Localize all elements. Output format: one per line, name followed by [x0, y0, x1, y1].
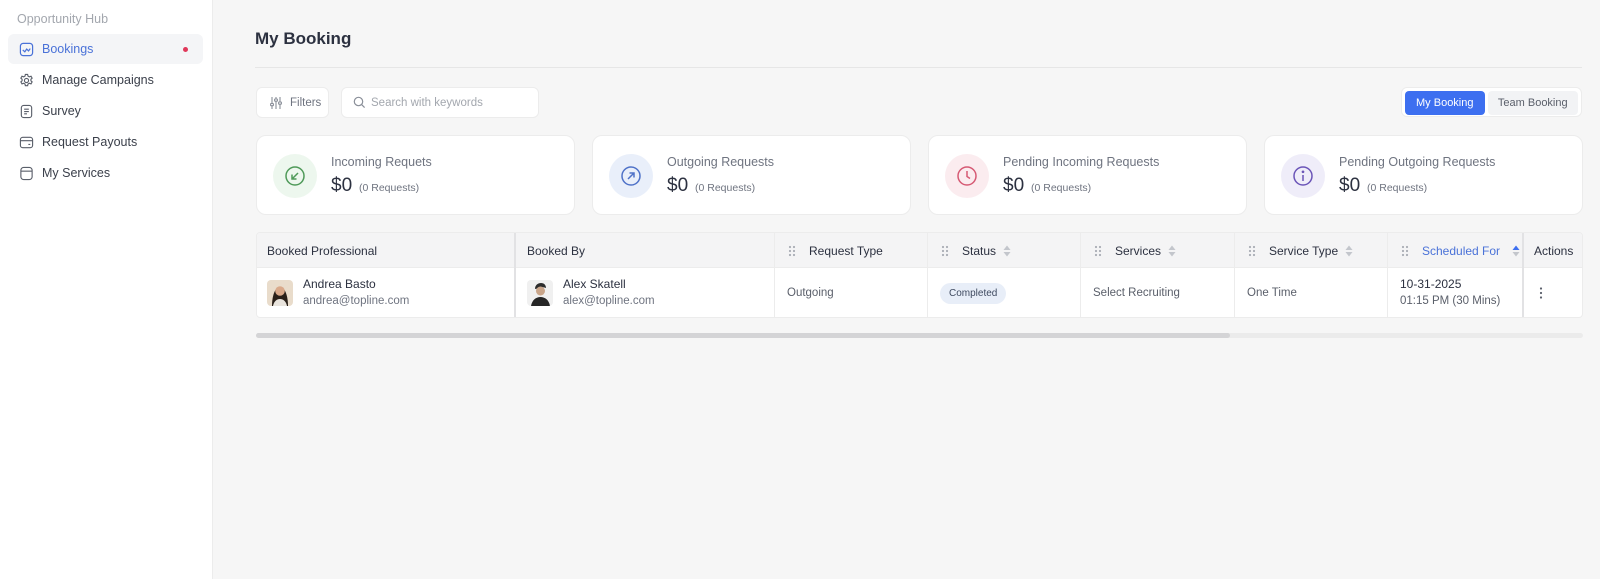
scheduled-for-cell: 10-31-2025 01:15 PM (30 Mins) — [1400, 268, 1501, 317]
stat-count: (0 Requests) — [1367, 182, 1428, 194]
bookings-icon — [18, 41, 34, 57]
column-label: Booked By — [527, 243, 586, 258]
avatar — [527, 280, 553, 306]
column-label: Request Type — [809, 243, 883, 258]
column-header-scheduled-for[interactable]: Scheduled For — [1400, 233, 1520, 268]
drag-handle-icon[interactable] — [1400, 245, 1410, 257]
sidebar-nav: Bookings Manage Campaigns Survey Request… — [8, 34, 203, 189]
column-label: Service Type — [1269, 243, 1339, 258]
sidebar-item-label: Survey — [42, 104, 81, 118]
services-icon — [18, 165, 34, 181]
column-header-service-type[interactable]: Service Type — [1247, 233, 1353, 268]
avatar — [267, 280, 293, 306]
column-header-booked-professional[interactable]: Booked Professional — [267, 233, 377, 268]
booking-toggle: My Booking Team Booking — [1401, 87, 1582, 117]
sidebar-item-label: My Services — [42, 166, 111, 180]
drag-handle-icon[interactable] — [1247, 245, 1257, 257]
column-header-request-type[interactable]: Request Type — [787, 233, 883, 268]
scheduled-date: 10-31-2025 — [1400, 277, 1462, 291]
sort-ascending-icon[interactable] — [1512, 245, 1520, 257]
sidebar-item-label: Request Payouts — [42, 135, 138, 149]
sidebar: Opportunity Hub Bookings Manage Campaign… — [0, 0, 213, 579]
search-box — [341, 87, 539, 118]
sort-icon[interactable] — [1345, 245, 1353, 257]
sidebar-item-label: Manage Campaigns — [42, 73, 154, 87]
kebab-menu-icon — [1539, 287, 1543, 299]
booked-by-name: Alex Skatell — [563, 277, 626, 291]
stat-card-incoming: Incoming Requets $0 (0 Requests) — [256, 135, 575, 215]
sidebar-item-request-payouts[interactable]: Request Payouts — [8, 127, 203, 157]
table-row[interactable]: Andrea Basto andrea@topline.com Alex Ska… — [257, 268, 1582, 317]
stat-amount: $0 — [1339, 175, 1361, 196]
stat-card-pending-outgoing: Pending Outgoing Requests $0 (0 Requests… — [1264, 135, 1583, 215]
sort-icon[interactable] — [1168, 245, 1176, 257]
clock-icon — [945, 154, 989, 198]
arrow-down-left-icon — [273, 154, 317, 198]
professional-email: andrea@topline.com — [303, 295, 410, 307]
filters-button[interactable]: Filters — [256, 87, 329, 118]
booked-by-cell: Alex Skatell alex@topline.com — [527, 268, 655, 317]
sidebar-item-manage-campaigns[interactable]: Manage Campaigns — [8, 65, 203, 95]
filters-label: Filters — [290, 96, 322, 109]
sidebar-item-my-services[interactable]: My Services — [8, 158, 203, 188]
sidebar-heading: Opportunity Hub — [17, 12, 109, 26]
stat-label: Pending Outgoing Requests — [1339, 155, 1496, 169]
scrollbar-thumb[interactable] — [256, 333, 1230, 338]
horizontal-scrollbar[interactable] — [256, 333, 1583, 338]
column-label: Status — [962, 243, 997, 258]
my-booking-button[interactable]: My Booking — [1405, 91, 1485, 115]
sliders-icon — [270, 96, 282, 109]
stat-amount: $0 — [1003, 175, 1025, 196]
column-label: Booked Professional — [267, 243, 378, 258]
column-label: Actions — [1534, 243, 1574, 258]
stat-count: (0 Requests) — [1031, 182, 1092, 194]
stat-amount: $0 — [331, 175, 353, 196]
sidebar-item-survey[interactable]: Survey — [8, 96, 203, 126]
stat-amount: $0 — [667, 175, 689, 196]
column-header-services[interactable]: Services — [1093, 233, 1176, 268]
row-actions-button[interactable] — [1539, 268, 1543, 317]
scheduled-time: 01:15 PM (30 Mins) — [1400, 295, 1501, 307]
services-cell: Select Recruiting — [1093, 287, 1180, 299]
gear-icon — [18, 72, 34, 88]
status-cell: Completed — [940, 268, 1007, 317]
sidebar-item-label: Bookings — [42, 42, 94, 56]
notification-dot — [183, 47, 188, 52]
team-booking-button[interactable]: Team Booking — [1487, 91, 1578, 115]
stat-label: Pending Incoming Requests — [1003, 155, 1160, 169]
stat-card-outgoing: Outgoing Requests $0 (0 Requests) — [592, 135, 911, 215]
stat-count: (0 Requests) — [359, 182, 420, 194]
request-type-cell: Outgoing — [787, 287, 834, 299]
stat-count: (0 Requests) — [695, 182, 756, 194]
drag-handle-icon[interactable] — [940, 245, 950, 257]
stat-label: Outgoing Requests — [667, 155, 775, 169]
survey-icon — [18, 103, 34, 119]
sort-icon[interactable] — [1003, 245, 1011, 257]
service-type-cell: One Time — [1247, 287, 1297, 299]
column-label: Services — [1115, 243, 1162, 258]
stat-label: Incoming Requets — [331, 155, 432, 169]
column-header-status[interactable]: Status — [940, 233, 1011, 268]
page-title: My Booking — [255, 29, 352, 48]
search-icon — [353, 96, 366, 109]
search-input[interactable] — [371, 96, 531, 109]
drag-handle-icon[interactable] — [1093, 245, 1103, 257]
bookings-table: Booked Professional Booked By Request Ty… — [256, 232, 1583, 318]
info-icon — [1281, 154, 1325, 198]
stat-card-pending-incoming: Pending Incoming Requests $0 (0 Requests… — [928, 135, 1247, 215]
column-label: Scheduled For — [1422, 243, 1501, 258]
table-header: Booked Professional Booked By Request Ty… — [257, 233, 1582, 268]
column-header-actions: Actions — [1534, 233, 1573, 268]
booked-professional-cell: Andrea Basto andrea@topline.com — [267, 268, 410, 317]
payouts-icon — [18, 134, 34, 150]
sidebar-item-bookings[interactable]: Bookings — [8, 34, 203, 64]
arrow-up-right-icon — [609, 154, 653, 198]
drag-handle-icon[interactable] — [787, 245, 797, 257]
column-header-booked-by[interactable]: Booked By — [527, 233, 585, 268]
title-divider — [255, 67, 1582, 68]
professional-name: Andrea Basto — [303, 277, 376, 291]
booked-by-email: alex@topline.com — [563, 295, 655, 307]
status-badge: Completed — [940, 282, 1007, 304]
